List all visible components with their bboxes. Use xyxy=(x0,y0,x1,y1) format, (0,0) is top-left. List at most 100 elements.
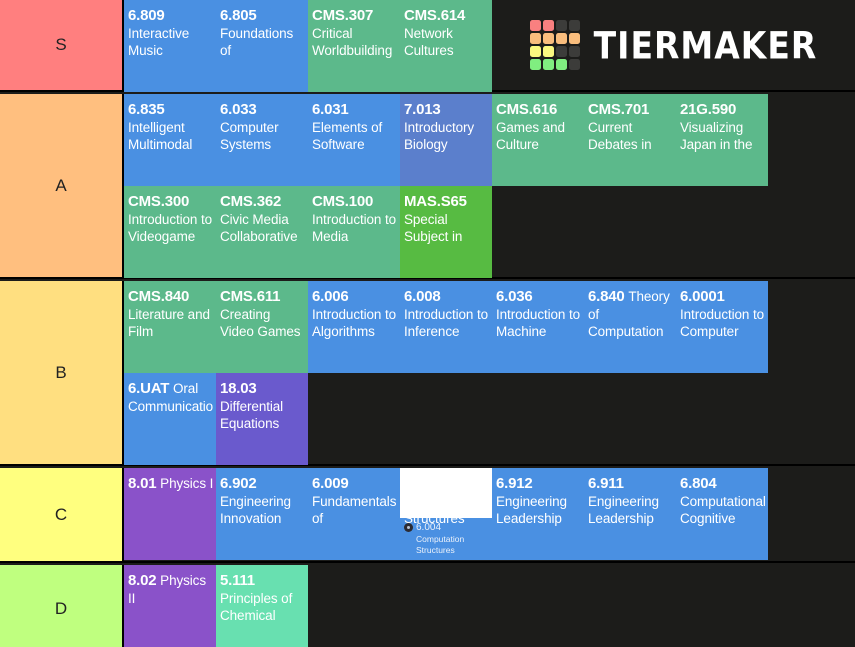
tier-item-text: 6.804 Computational Cognitive xyxy=(680,474,766,528)
tier-item-title: Visualizing Japan in the xyxy=(680,120,753,153)
tier-item-text: 6.031 Elements of Software xyxy=(312,100,398,154)
tier-item-title: Introduction to Videogame xyxy=(128,212,213,245)
tier-item-text: 6.UAT Oral Communication xyxy=(128,379,214,415)
logo-cell-orange xyxy=(568,33,580,44)
tier-row-d: D 8.02 Physics II 5.111 Principles of Chem… xyxy=(0,565,855,647)
tier-item-title: Introduction to Media xyxy=(312,212,397,245)
tier-dropzone-d[interactable]: 8.02 Physics II 5.111 Principles of Chemi… xyxy=(124,565,855,647)
logo-cell-orange xyxy=(529,33,541,44)
tier-item-code: 18.03 xyxy=(220,380,257,397)
tier-item-title: Civic Media Collaborative xyxy=(220,212,298,245)
tier-item-5-111[interactable]: 5.111 Principles of Chemical xyxy=(216,565,308,647)
tier-label-s[interactable]: S xyxy=(0,0,124,90)
tier-item-code: 6.809 xyxy=(128,7,165,24)
tier-item-code: CMS.307 xyxy=(312,7,374,24)
logo-cell-dark xyxy=(555,20,567,31)
drag-handle-badge-icon xyxy=(404,523,413,532)
tier-item-6-911[interactable]: 6.911 Engineering Leadership xyxy=(584,468,676,560)
tier-item-cms-362[interactable]: CMS.362 Civic Media Collaborative xyxy=(216,186,308,278)
tier-item-7-013[interactable]: 7.013 Introductory Biology xyxy=(400,94,492,186)
logo-cell-dark xyxy=(568,46,580,57)
tier-item-text: CMS.100 Introduction to Media xyxy=(312,192,398,246)
tier-item-text: CMS.840 Literature and Film xyxy=(128,287,214,341)
tier-item-title: Computational Cognitive xyxy=(680,494,766,527)
tier-item-title: Special Subject in xyxy=(404,212,463,245)
tier-item-18-03[interactable]: 18.03 Differential Equations xyxy=(216,373,308,465)
tier-label-b[interactable]: B xyxy=(0,281,124,464)
tier-item-title: Principles of Chemical xyxy=(220,591,293,624)
tier-item-6-835[interactable]: 6.835 Intelligent Multimodal xyxy=(124,94,216,186)
logo-cell-yellow xyxy=(529,46,541,57)
tier-item-text: 21G.590 Visualizing Japan in the xyxy=(680,100,766,154)
tier-item-title: Introduction to Computer xyxy=(680,307,765,340)
tier-item-6-840[interactable]: 6.840 Theory of Computation xyxy=(584,281,676,373)
tier-item-text: 8.02 Physics II xyxy=(128,571,214,607)
tier-dropzone-b[interactable]: CMS.840 Literature and Film CMS.611 Creat… xyxy=(124,281,855,465)
tier-item-text: 6.033 Computer Systems xyxy=(220,100,306,154)
tier-item-cms-616[interactable]: CMS.616 Games and Culture xyxy=(492,94,584,186)
tier-item-6-uat[interactable]: 6.UAT Oral Communication xyxy=(124,373,216,465)
tier-item-title: Engineering Innovation xyxy=(220,494,291,527)
tier-item-6-809[interactable]: 6.809 Interactive Music xyxy=(124,0,216,92)
tier-item-cms-100[interactable]: CMS.100 Introduction to Media xyxy=(308,186,400,278)
tier-item-8-02[interactable]: 8.02 Physics II xyxy=(124,565,216,647)
tier-item-21g-590[interactable]: 21G.590 Visualizing Japan in the xyxy=(676,94,768,186)
tier-item-6-0001[interactable]: 6.0001 Introduction to Computer xyxy=(676,281,768,373)
tier-item-code: CMS.362 xyxy=(220,193,282,210)
tier-item-title: Critical Worldbuilding xyxy=(312,26,393,59)
tier-item-text: 6.912 Engineering Leadership xyxy=(496,474,582,528)
tier-item-cms-611[interactable]: CMS.611 Creating Video Games xyxy=(216,281,308,373)
logo-cell-orange xyxy=(555,33,567,44)
tier-item-cms-840[interactable]: CMS.840 Literature and Film xyxy=(124,281,216,373)
logo-cell-green xyxy=(555,59,567,70)
tier-item-6-036[interactable]: 6.036 Introduction to Machine xyxy=(492,281,584,373)
tier-item-code: 6.033 xyxy=(220,101,257,118)
tier-item-cms-307[interactable]: CMS.307 Critical Worldbuilding xyxy=(308,0,400,92)
tier-item-title: Intelligent Multimodal xyxy=(128,120,193,153)
tier-item-mas-s65[interactable]: MAS.S65 Special Subject in xyxy=(400,186,492,278)
tier-label-d[interactable]: D xyxy=(0,565,124,647)
tier-item-cms-701[interactable]: CMS.701 Current Debates in xyxy=(584,94,676,186)
tier-item-6-805[interactable]: 6.805 Foundations of xyxy=(216,0,308,92)
tier-item-code: CMS.616 xyxy=(496,101,558,118)
tier-item-cms-300[interactable]: CMS.300 Introduction to Videogame xyxy=(124,186,216,278)
tier-item-code: CMS.611 xyxy=(220,288,281,305)
logo-cell-dark xyxy=(568,59,580,70)
tier-item-text: CMS.611 Creating Video Games xyxy=(220,287,306,341)
tier-item-title: Fundamentals of xyxy=(312,494,397,527)
tier-item-6-008[interactable]: 6.008 Introduction to Inference xyxy=(400,281,492,373)
tier-item-code: 6.009 xyxy=(312,475,349,492)
tier-item-text: 6.840 Theory of Computation xyxy=(588,287,674,341)
tier-item-code: 6.004 xyxy=(404,475,441,492)
tier-item-title: Games and Culture xyxy=(496,120,565,153)
logo-cell-red xyxy=(542,20,554,31)
tiermaker-grid-logo-icon xyxy=(529,20,580,70)
tier-item-6-033[interactable]: 6.033 Computer Systems xyxy=(216,94,308,186)
tier-item-code: 8.01 xyxy=(128,475,157,492)
tier-item-code: 6.805 xyxy=(220,7,257,24)
logo-cell-green xyxy=(529,59,541,70)
tier-item-title: Foundations of xyxy=(220,26,294,59)
tier-label-c[interactable]: C xyxy=(0,468,124,561)
tier-dropzone-a[interactable]: 6.835 Intelligent Multimodal 6.033 Comput… xyxy=(124,94,855,278)
tier-item-text: 6.902 Engineering Innovation xyxy=(220,474,306,528)
tier-item-code: 7.013 xyxy=(404,101,441,118)
tier-item-6-009[interactable]: 6.009 Fundamentals of xyxy=(308,468,400,560)
tier-item-6-912[interactable]: 6.912 Engineering Leadership xyxy=(492,468,584,560)
tier-item-6-804[interactable]: 6.804 Computational Cognitive xyxy=(676,468,768,560)
tier-item-8-01[interactable]: 8.01 Physics I xyxy=(124,468,216,560)
tier-item-code: 6.031 xyxy=(312,101,349,118)
tier-item-cms-614[interactable]: CMS.614 Network Cultures xyxy=(400,0,492,92)
tier-label-a[interactable]: A xyxy=(0,94,124,277)
tier-item-code: CMS.614 xyxy=(404,7,466,24)
tier-item-text: CMS.614 Network Cultures xyxy=(404,6,490,60)
tier-item-title: Computer Systems xyxy=(220,120,279,153)
tier-item-6-006[interactable]: 6.006 Introduction to Algorithms xyxy=(308,281,400,373)
tier-item-title: Current Debates in xyxy=(588,120,652,153)
tier-row-b: B CMS.840 Literature and Film CMS.611 Crea… xyxy=(0,281,855,466)
tier-item-6-902[interactable]: 6.902 Engineering Innovation xyxy=(216,468,308,560)
tier-item-text: CMS.362 Civic Media Collaborative xyxy=(220,192,306,246)
tier-item-6-031[interactable]: 6.031 Elements of Software xyxy=(308,94,400,186)
logo-cell-green xyxy=(542,59,554,70)
tier-item-text: 6.009 Fundamentals of xyxy=(312,474,398,528)
